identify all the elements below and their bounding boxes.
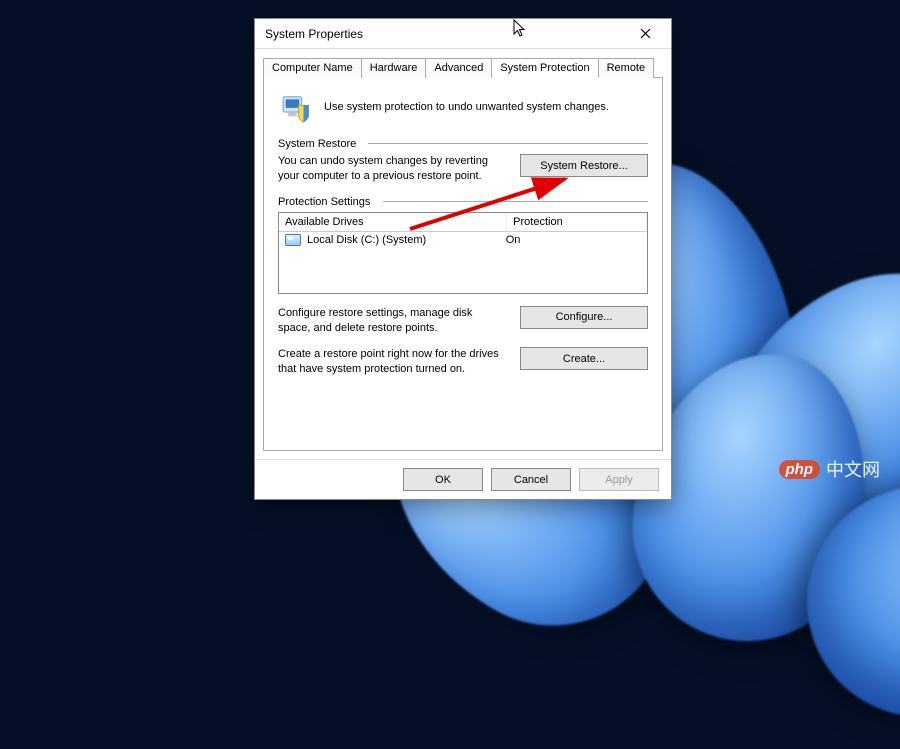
- create-description: Create a restore point right now for the…: [278, 347, 506, 377]
- tab-computer-name[interactable]: Computer Name: [263, 58, 362, 78]
- create-button[interactable]: Create...: [520, 347, 648, 370]
- tab-system-protection[interactable]: System Protection: [491, 58, 598, 78]
- watermark-badge: php: [779, 460, 821, 479]
- dialog-button-row: OK Cancel Apply: [255, 459, 671, 499]
- column-available-drives: Available Drives: [279, 213, 507, 232]
- tab-panel: Use system protection to undo unwanted s…: [263, 77, 663, 451]
- titlebar[interactable]: System Properties: [255, 19, 671, 49]
- cancel-button[interactable]: Cancel: [491, 468, 571, 491]
- restore-description: You can undo system changes by reverting…: [278, 154, 506, 184]
- tab-bar: Computer Name Hardware Advanced System P…: [255, 49, 671, 77]
- configure-description: Configure restore settings, manage disk …: [278, 306, 506, 336]
- cursor-icon: [513, 19, 529, 39]
- group-protection-settings-label: Protection Settings: [278, 196, 648, 208]
- configure-button[interactable]: Configure...: [520, 306, 648, 329]
- intro-text: Use system protection to undo unwanted s…: [324, 100, 648, 115]
- watermark-text: 中文网: [826, 456, 880, 482]
- window-title: System Properties: [265, 27, 363, 41]
- tab-hardware[interactable]: Hardware: [361, 58, 427, 78]
- drive-icon: [285, 234, 301, 246]
- tab-remote[interactable]: Remote: [598, 58, 655, 78]
- tab-advanced[interactable]: Advanced: [425, 58, 492, 78]
- drives-table[interactable]: Available Drives Protection Local Disk (…: [278, 212, 648, 294]
- system-protection-icon: [278, 90, 312, 124]
- ok-button[interactable]: OK: [403, 468, 483, 491]
- drive-name: Local Disk (C:) (System): [307, 234, 426, 246]
- watermark: php 中文网: [779, 456, 881, 482]
- group-system-restore-label: System Restore: [278, 138, 648, 150]
- apply-button[interactable]: Apply: [579, 468, 659, 491]
- system-properties-window: System Properties Computer Name Hardware…: [254, 18, 672, 500]
- column-protection: Protection: [507, 213, 647, 232]
- system-restore-button[interactable]: System Restore...: [520, 154, 648, 177]
- close-icon: [640, 28, 651, 39]
- drive-protection-status: On: [506, 234, 641, 246]
- table-row[interactable]: Local Disk (C:) (System) On: [279, 232, 647, 248]
- close-button[interactable]: [627, 22, 663, 46]
